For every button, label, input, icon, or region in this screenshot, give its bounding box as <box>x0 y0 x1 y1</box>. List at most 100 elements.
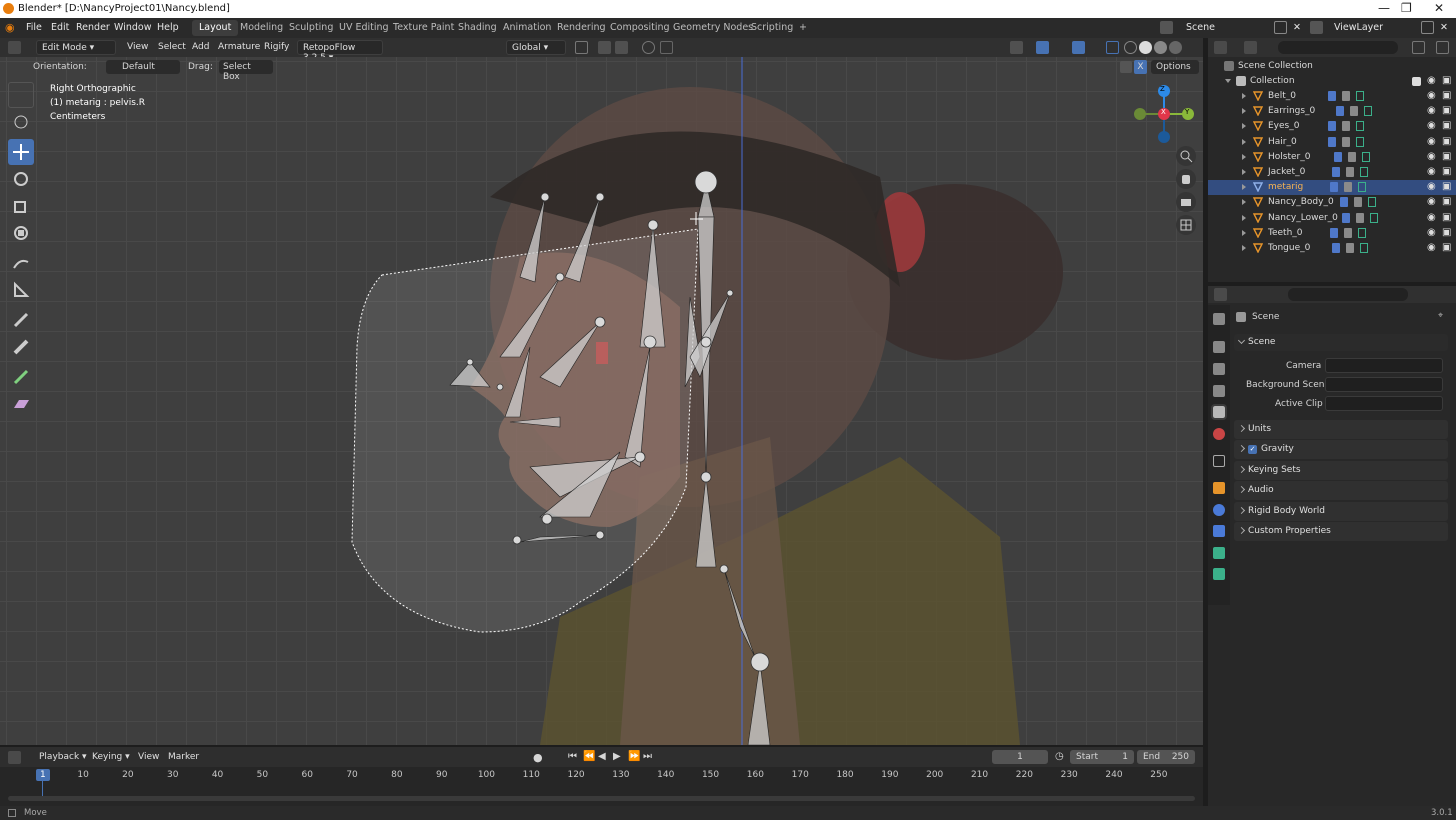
mesh-data-icon[interactable] <box>1362 151 1370 162</box>
menu-select[interactable]: Select <box>153 40 191 55</box>
vertex-group-icon[interactable] <box>1342 136 1350 147</box>
zoom-icon[interactable] <box>1176 146 1196 166</box>
xray-toggle-icon[interactable] <box>1106 41 1119 54</box>
outliner-item[interactable]: Hair_0 ◉ ▣ <box>1208 135 1456 150</box>
mesh-data-icon[interactable] <box>1358 227 1366 238</box>
expand-icon[interactable] <box>1242 93 1246 99</box>
vertex-group-icon[interactable] <box>1342 91 1350 101</box>
modifier-wrench-icon[interactable] <box>1336 106 1344 117</box>
collection-row[interactable]: Collection ◉ ▣ <box>1208 74 1456 89</box>
vertex-group-icon[interactable] <box>1344 182 1352 193</box>
wireframe-shading-icon[interactable] <box>1124 41 1137 54</box>
render-camera-icon[interactable]: ▣ <box>1442 151 1451 162</box>
render-camera-icon[interactable]: ▣ <box>1442 212 1451 223</box>
expand-icon[interactable] <box>1242 153 1246 160</box>
render-camera-icon[interactable]: ▣ <box>1442 166 1451 177</box>
render-camera-icon[interactable]: ▣ <box>1442 136 1451 147</box>
vertex-group-icon[interactable] <box>1348 151 1356 162</box>
object-tab-icon[interactable] <box>1213 482 1225 494</box>
minimize-button[interactable]: — <box>1378 1 1390 15</box>
camera-view-icon[interactable] <box>1176 192 1196 212</box>
mesh-data-icon[interactable] <box>1368 197 1376 208</box>
outliner-item[interactable]: Earrings_0 ◉ ▣ <box>1208 104 1456 119</box>
modifier-wrench-icon[interactable] <box>1328 136 1336 147</box>
rotate-tool-icon[interactable] <box>8 166 34 192</box>
vertex-group-icon[interactable] <box>1356 212 1364 223</box>
rigid-body-world-panel[interactable]: Rigid Body World <box>1234 502 1448 521</box>
outliner-item[interactable]: Holster_0 ◉ ▣ <box>1208 150 1456 165</box>
tab-layout[interactable]: Layout <box>192 20 239 36</box>
mesh-data-icon[interactable] <box>1356 121 1364 132</box>
mirror-icon[interactable] <box>1120 61 1132 73</box>
keying-sets-panel[interactable]: Keying Sets <box>1234 461 1448 480</box>
visibility-eye-icon[interactable]: ◉ <box>1427 181 1436 192</box>
timeline-scrollbar[interactable] <box>8 796 1195 801</box>
modifier-wrench-icon[interactable] <box>1328 91 1336 101</box>
menu-add[interactable]: Add <box>187 40 214 55</box>
expand-icon[interactable] <box>1242 214 1246 221</box>
world-tab-icon[interactable] <box>1213 428 1225 440</box>
overlay-toggle-icon[interactable] <box>1072 41 1085 54</box>
mesh-data-icon[interactable] <box>1356 91 1364 101</box>
camera-field[interactable] <box>1325 358 1443 373</box>
modifier-wrench-icon[interactable] <box>1342 212 1350 223</box>
vertex-group-icon[interactable] <box>1346 243 1354 253</box>
mesh-data-icon[interactable] <box>1358 182 1366 193</box>
scene-name-field[interactable]: Scene <box>1186 22 1215 33</box>
new-scene-icon[interactable] <box>1274 21 1287 34</box>
render-camera-icon[interactable]: ▣ <box>1442 120 1451 131</box>
play-reverse-icon[interactable]: ◀ <box>598 751 606 762</box>
bone-tab-icon[interactable] <box>1213 568 1225 580</box>
expand-icon[interactable] <box>1242 123 1246 130</box>
filter-icon[interactable] <box>1412 41 1425 54</box>
pin-icon[interactable]: ⌖ <box>1438 311 1443 321</box>
modifier-wrench-icon[interactable] <box>1340 197 1348 208</box>
menu-render[interactable]: Render <box>76 22 110 33</box>
expand-icon[interactable] <box>1242 169 1246 175</box>
outliner-editor-icon[interactable] <box>1214 41 1227 54</box>
mesh-data-icon[interactable] <box>1356 136 1364 147</box>
output-tab-icon[interactable] <box>1213 363 1225 375</box>
bone-roll-tool-icon[interactable] <box>8 307 34 333</box>
mesh-data-icon[interactable] <box>1360 167 1368 177</box>
scale-tool-icon[interactable] <box>8 193 34 219</box>
visibility-eye-icon[interactable]: ◉ <box>1427 105 1436 116</box>
timeline-editor-icon[interactable] <box>8 751 21 764</box>
modifier-wrench-icon[interactable] <box>1330 227 1338 238</box>
delete-scene-icon[interactable]: ✕ <box>1293 22 1301 33</box>
shear-tool-icon[interactable] <box>8 391 34 417</box>
visibility-eye-icon[interactable]: ◉ <box>1427 151 1436 162</box>
material-shading-icon[interactable] <box>1154 41 1167 54</box>
visibility-eye-icon[interactable]: ◉ <box>1427 242 1436 253</box>
render-tab-icon[interactable] <box>1213 341 1225 353</box>
mesh-data-icon[interactable] <box>1364 106 1372 117</box>
editor-type-icon[interactable] <box>8 41 21 54</box>
cursor-tool-icon[interactable] <box>8 109 34 135</box>
render-camera-icon[interactable]: ▣ <box>1442 105 1451 116</box>
menu-marker[interactable]: Marker <box>163 750 204 765</box>
tool-tab-icon[interactable] <box>1213 313 1225 325</box>
visibility-eye-icon[interactable]: ◉ <box>1427 75 1436 86</box>
menu-timeline-view[interactable]: View <box>133 750 164 765</box>
solid-shading-icon[interactable] <box>1139 41 1152 54</box>
jump-start-icon[interactable]: ⏮ <box>568 751 577 762</box>
blender-menu-icon[interactable]: ◉ <box>5 21 15 34</box>
timeline-ruler[interactable]: 1 10 20 30 40 50 60 70 80 90 100 110 120 130 140 150 160… <box>0 767 1203 806</box>
gravity-checkbox[interactable]: ✓ <box>1248 445 1257 454</box>
modifier-wrench-icon[interactable] <box>1334 151 1342 162</box>
render-camera-icon[interactable]: ▣ <box>1442 75 1451 86</box>
current-frame-field[interactable]: 1 <box>992 750 1048 764</box>
retopoflow-dropdown[interactable]: RetopoFlow 3.2.5 ▾ <box>297 40 383 63</box>
expand-icon[interactable] <box>1242 184 1246 191</box>
menu-view[interactable]: View <box>122 40 153 55</box>
outliner-item[interactable]: Jacket_0 ◉ ▣ <box>1208 165 1456 180</box>
pivot-point-icon[interactable] <box>575 41 588 54</box>
expand-icon[interactable] <box>1242 138 1246 145</box>
vertex-group-icon[interactable] <box>1350 106 1358 117</box>
outliner-item[interactable]: Tongue_0 ◉ ▣ <box>1208 241 1456 256</box>
prev-keyframe-icon[interactable]: ⏪ <box>583 751 595 762</box>
menu-armature[interactable]: Armature <box>213 40 265 55</box>
scene-section-header[interactable]: Scene <box>1234 334 1448 351</box>
measure-tool-icon[interactable] <box>8 277 34 303</box>
visibility-eye-icon[interactable]: ◉ <box>1427 136 1436 147</box>
